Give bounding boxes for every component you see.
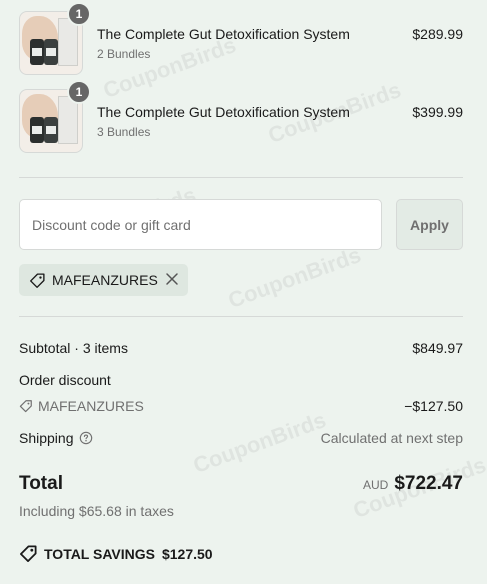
line-item: 1 The Complete Gut Detoxification System…: [19, 80, 463, 153]
discount-amount: −$127.50: [404, 398, 463, 414]
tax-note: Including $65.68 in taxes: [19, 503, 174, 519]
applied-discount-chip: MAFEANZURES: [19, 264, 188, 296]
subtotal-row: Subtotal · 3 items $849.97: [19, 340, 463, 356]
tag-icon: [19, 545, 37, 563]
savings-label: TOTAL SAVINGS: [44, 545, 155, 562]
question-circle-icon[interactable]: [79, 431, 93, 445]
apply-button[interactable]: Apply: [396, 199, 463, 250]
order-discount-row: Order discount: [19, 372, 463, 388]
shipping-value: Calculated at next step: [320, 430, 463, 446]
total-value: $722.47: [394, 473, 463, 494]
total-amount: AUD $722.47: [363, 473, 463, 495]
subtotal-value: $849.97: [412, 340, 463, 356]
subtotal-label: Subtotal · 3 items: [19, 340, 128, 356]
product-variant: 2 Bundles: [97, 47, 151, 61]
currency-code: AUD: [362, 478, 389, 492]
shipping-label: Shipping: [19, 430, 74, 446]
product-price: $399.99: [412, 104, 463, 120]
close-icon[interactable]: [165, 272, 179, 286]
divider: [19, 316, 463, 317]
savings-value: $127.50: [161, 545, 213, 562]
line-item: 1 The Complete Gut Detoxification System…: [19, 2, 463, 75]
watermark: CouponBirds: [224, 241, 365, 314]
product-title: The Complete Gut Detoxification System: [97, 104, 350, 120]
total-savings: TOTAL SAVINGS $127.50: [19, 544, 213, 563]
product-title: The Complete Gut Detoxification System: [97, 26, 350, 42]
discount-code-row: MAFEANZURES −$127.50: [19, 398, 463, 414]
product-price: $289.99: [412, 26, 463, 42]
shipping-row: Shipping Calculated at next step: [19, 430, 463, 446]
order-discount-label: Order discount: [19, 372, 111, 388]
total-label: Total: [19, 473, 63, 494]
discount-code-label: MAFEANZURES: [38, 398, 144, 414]
quantity-badge: 1: [67, 2, 91, 26]
quantity-badge: 1: [67, 80, 91, 104]
tag-icon: [19, 400, 32, 413]
tag-icon: [30, 272, 45, 288]
divider: [19, 177, 463, 178]
product-variant: 3 Bundles: [97, 125, 151, 139]
applied-discount-code: MAFEANZURES: [52, 272, 158, 288]
discount-code-input[interactable]: [19, 199, 382, 250]
